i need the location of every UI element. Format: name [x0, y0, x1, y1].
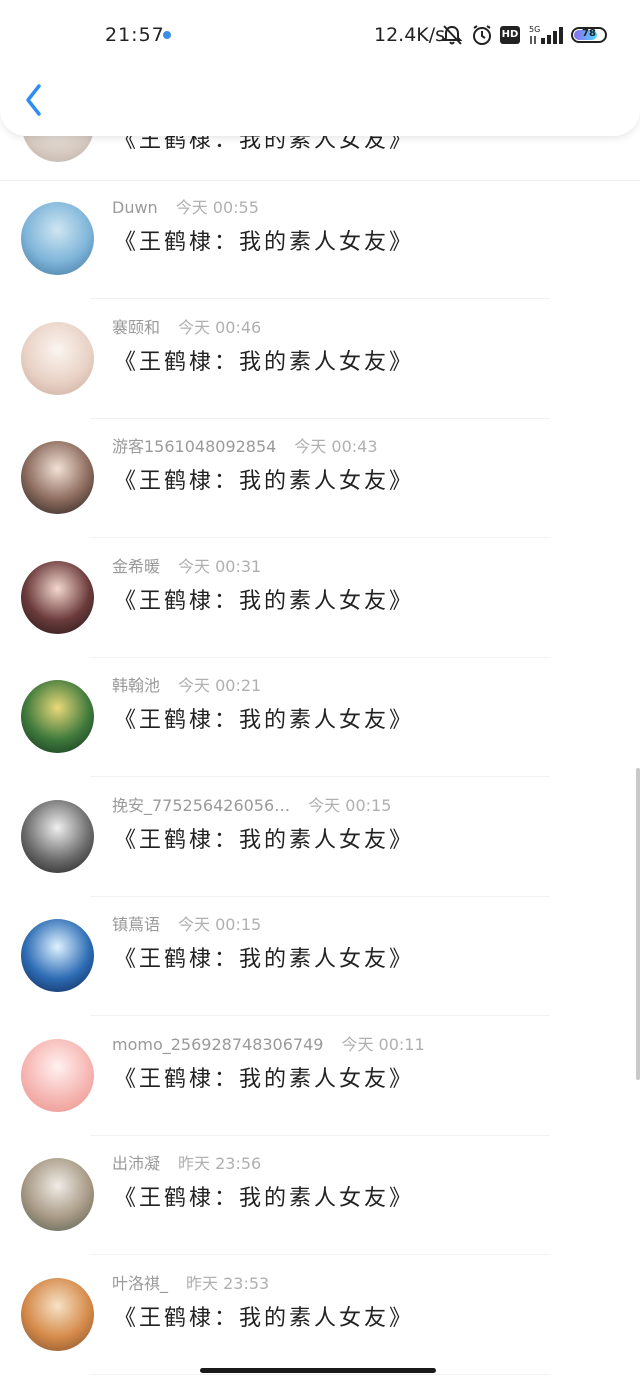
timestamp: 今天 00:43: [294, 437, 378, 456]
username[interactable]: 叶洛祺_: [112, 1274, 168, 1293]
floral-avatar[interactable]: [21, 1158, 94, 1231]
timestamp: 今天 00:21: [178, 676, 262, 695]
scrollbar[interactable]: [636, 768, 640, 1080]
hd-icon: HD: [500, 26, 520, 44]
username[interactable]: Duwn: [112, 198, 158, 217]
signal-label: 5G: [529, 25, 540, 34]
status-bar: 21:57 12.4K/s HD 5G 78: [0, 0, 640, 70]
comment-item[interactable]: 叶洛祺_ 昨天 23:53 《王鹤棣：我的素人女友》: [0, 1256, 640, 1375]
comment-item[interactable]: momo_256928748306749 今天 00:11 《王鹤棣：我的素人女友》: [0, 1017, 640, 1136]
comment-item[interactable]: 褰颐和 今天 00:46 《王鹤棣：我的素人女友》: [0, 300, 640, 419]
timestamp: 今天 00:15: [178, 915, 262, 934]
illustrated-girl-avatar[interactable]: [21, 321, 94, 395]
username[interactable]: 镇蔦语: [112, 915, 160, 934]
timestamp: 昨天 23:56: [178, 1154, 262, 1173]
timestamp: 今天 00:31: [178, 556, 262, 576]
username[interactable]: 韩翰池: [112, 676, 160, 695]
comment-meta: 褰颐和 今天 00:46: [112, 314, 261, 338]
comment-text: 《王鹤棣：我的素人女友》: [114, 1066, 415, 1092]
comment-text: 《王鹤棣：我的素人女友》: [114, 469, 415, 494]
timestamp: 昨天 23:53: [186, 1273, 270, 1293]
signal-icon: 5G: [529, 25, 563, 44]
location-icon: [163, 31, 171, 39]
timestamp: 今天 00:15: [308, 795, 392, 815]
comment-meta: 游客1561048092854 今天 00:43: [112, 433, 378, 457]
timestamp: 今天 00:46: [178, 317, 262, 337]
username[interactable]: momo_256928748306749: [112, 1035, 323, 1054]
comment-text: 《王鹤棣：我的素人女友》: [114, 588, 415, 614]
green-scene-avatar[interactable]: [21, 680, 94, 753]
comment-item[interactable]: 镇蔦语 今天 00:15 《王鹤棣：我的素人女友》: [0, 897, 640, 1016]
back-button[interactable]: [20, 80, 50, 120]
comment-text: 《王鹤棣：我的素人女友》: [114, 947, 415, 972]
home-indicator[interactable]: [200, 1368, 436, 1373]
dog-avatar[interactable]: [21, 1277, 94, 1351]
comment-meta: 韩翰池 今天 00:21: [112, 672, 261, 696]
performer-avatar[interactable]: [21, 441, 94, 514]
comment-text: 《王鹤棣：我的素人女友》: [114, 230, 415, 255]
network-speed: 12.4K/s: [374, 24, 446, 46]
masked-person-avatar[interactable]: [21, 799, 94, 873]
timestamp: 今天 00:11: [341, 1034, 425, 1054]
comment-text: 《王鹤棣：我的素人女友》: [114, 1305, 415, 1331]
header: 21:57 12.4K/s HD 5G 78: [0, 0, 640, 136]
pink-cartoon-avatar[interactable]: [21, 1038, 94, 1112]
comment-item[interactable]: 挽安_775256426056… 今天 00:15 《王鹤棣：我的素人女友》: [0, 778, 640, 897]
timestamp: 今天 00:55: [175, 198, 259, 217]
mute-bell-icon: [441, 25, 463, 45]
battery-icon: 78: [571, 27, 607, 43]
comment-meta: 出沛凝 昨天 23:56: [112, 1150, 261, 1174]
comment-text: 《王鹤棣：我的素人女友》: [114, 349, 415, 375]
username[interactable]: 挽安_775256426056…: [112, 796, 290, 815]
comment-item[interactable]: 韩翰池 今天 00:21 《王鹤棣：我的素人女友》: [0, 658, 640, 777]
comment-item[interactable]: 出沛凝 昨天 23:56 《王鹤棣：我的素人女友》: [0, 1136, 640, 1255]
status-time: 21:57: [105, 24, 165, 46]
chevron-left-icon: [26, 84, 41, 116]
comment-item[interactable]: Duwn 今天 00:55 《王鹤棣：我的素人女友》: [0, 180, 640, 299]
divider: [90, 1373, 550, 1375]
comment-meta: Duwn 今天 00:55: [112, 194, 259, 218]
comment-meta: 叶洛祺_ 昨天 23:53: [112, 1270, 269, 1294]
woman-portrait-avatar[interactable]: [21, 560, 94, 634]
username[interactable]: 出沛凝: [112, 1154, 160, 1173]
comment-meta: 挽安_775256426056… 今天 00:15: [112, 792, 391, 816]
comment-meta: momo_256928748306749 今天 00:11: [112, 1031, 425, 1055]
comment-meta: 金希暖 今天 00:31: [112, 553, 261, 577]
comment-text: 《王鹤棣：我的素人女友》: [114, 1186, 415, 1211]
username[interactable]: 游客1561048092854: [112, 437, 276, 456]
anime-girl-avatar[interactable]: [21, 202, 94, 275]
screen: 《王鹤棣：我的素人女友》 Duwn 今天 00:55 《王鹤棣：我的素人女友》 褰颐和…: [0, 0, 640, 1387]
battery-level: 78: [582, 28, 596, 39]
comment-text: 《王鹤棣：我的素人女友》: [114, 708, 415, 733]
username[interactable]: 褰颐和: [112, 318, 160, 337]
username[interactable]: 金希暖: [112, 557, 160, 576]
waterfall-avatar[interactable]: [21, 919, 94, 992]
alarm-icon: [473, 25, 491, 45]
comment-item[interactable]: 金希暖 今天 00:31 《王鹤棣：我的素人女友》: [0, 539, 640, 658]
comment-meta: 镇蔦语 今天 00:15: [112, 911, 261, 935]
comment-text: 《王鹤棣：我的素人女友》: [114, 827, 415, 853]
comment-item[interactable]: 游客1561048092854 今天 00:43 《王鹤棣：我的素人女友》: [0, 419, 640, 538]
